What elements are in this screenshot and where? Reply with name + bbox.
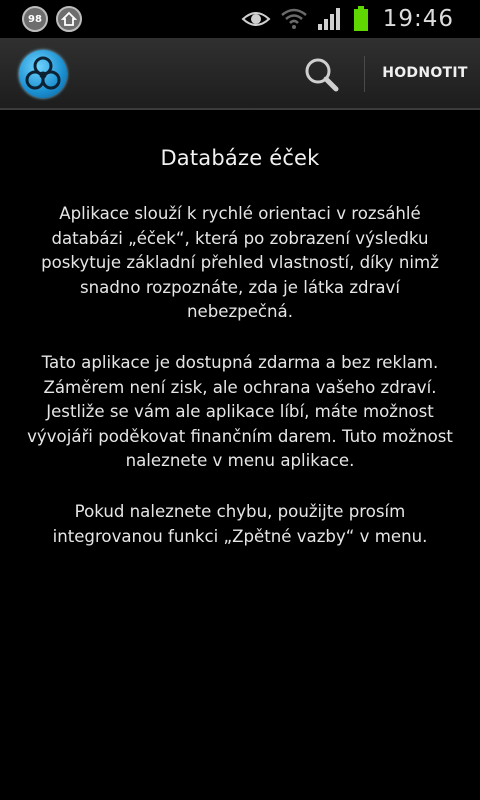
text-line: Pokud naleznete chybu, použijte prosím: [74, 501, 406, 521]
biohazard-icon: [25, 56, 61, 90]
notification-count-badge: 98: [22, 6, 48, 32]
app-logo-icon[interactable]: [19, 50, 67, 98]
search-button[interactable]: [300, 54, 342, 96]
text-line: Jestliže se vám ale aplikace líbí, máte …: [46, 402, 434, 422]
search-icon: [305, 58, 339, 92]
battery-icon: [353, 6, 368, 31]
action-divider: [364, 56, 365, 92]
text-line: integrovanou funkci „Zpětné vazby“ v men…: [52, 526, 428, 546]
signal-icon: [317, 8, 340, 30]
action-bar: HODNOTIT: [0, 38, 480, 110]
main-content: Databáze éček Aplikace slouží k rychlé o…: [0, 140, 480, 575]
status-time: 19:46: [382, 6, 454, 32]
free-app-paragraph: Tato aplikace je dostupná zdarma a bez r…: [5, 351, 475, 474]
wifi-icon: [280, 8, 307, 29]
eye-icon: [241, 12, 271, 26]
text-line: Aplikace slouží k rychlé orientaci v roz…: [59, 204, 421, 223]
text-line: poskytuje základní přehled vlastností, d…: [41, 253, 439, 273]
text-line: naleznete v menu aplikace.: [125, 451, 355, 471]
home-status-icon: [56, 6, 82, 32]
text-line: Záměrem není zisk, ale ochrana vašeho zd…: [43, 377, 437, 397]
text-line: Tato aplikace je dostupná zdarma a bez r…: [41, 352, 439, 372]
status-bar: 98 19:46: [0, 0, 480, 38]
notification-count: 98: [28, 13, 42, 25]
intro-paragraph: Aplikace slouží k rychlé orientaci v roz…: [5, 202, 475, 325]
feedback-paragraph: Pokud naleznete chybu, použijte prosím i…: [5, 500, 475, 549]
text-line: nebezpečná.: [186, 302, 293, 322]
text-line: databázi „éček“, která po zobrazení výsl…: [51, 228, 429, 248]
rate-button[interactable]: HODNOTIT: [370, 38, 480, 108]
text-line: vývojáři poděkovat finančním darem. Tuto…: [27, 426, 453, 446]
page-title: Databáze éček: [160, 146, 320, 170]
text-line: snadno rozpoznáte, zda je látka zdraví: [80, 277, 400, 297]
